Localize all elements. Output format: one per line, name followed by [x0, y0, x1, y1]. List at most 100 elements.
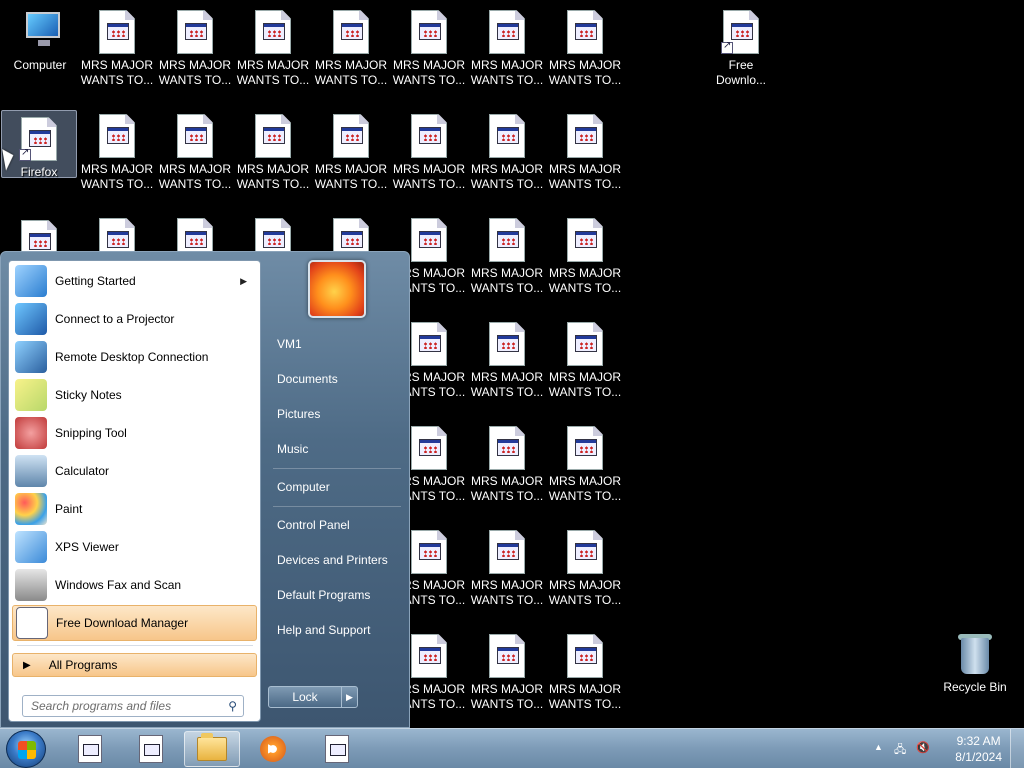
- menu-item-getting-started[interactable]: Getting Started ▶: [12, 263, 257, 299]
- taskbar-item-file[interactable]: [123, 731, 179, 767]
- user-picture[interactable]: [308, 260, 366, 318]
- taskbar-item-explorer[interactable]: [184, 731, 240, 767]
- file-desktop-icon[interactable]: MRS MAJOR WANTS TO...: [547, 4, 623, 104]
- file-desktop-icon[interactable]: MRS MAJOR WANTS TO...: [79, 108, 155, 208]
- file-desktop-icon[interactable]: MRS MAJOR WANTS TO...: [547, 316, 623, 416]
- taskbar-item-media-player[interactable]: [245, 731, 301, 767]
- file-desktop-icon[interactable]: MRS MAJOR WANTS TO...: [469, 316, 545, 416]
- icon-label: WANTS TO...: [392, 73, 466, 87]
- icon-label: Recycle Bin: [943, 680, 1007, 694]
- file-desktop-icon[interactable]: MRS MAJOR WANTS TO...: [157, 4, 233, 104]
- calculator-icon: [15, 455, 47, 487]
- menu-item-snipping-tool[interactable]: Snipping Tool: [12, 415, 257, 451]
- right-item-devices-printers[interactable]: Devices and Printers: [267, 545, 405, 575]
- document-icon: [489, 10, 525, 54]
- start-button[interactable]: [6, 730, 46, 768]
- icon-label: MRS MAJOR: [471, 370, 543, 384]
- menu-item-label: Free Download Manager: [56, 616, 189, 630]
- icon-label: WANTS TO...: [158, 177, 232, 191]
- file-desktop-icon[interactable]: MRS MAJOR WANTS TO...: [547, 628, 623, 728]
- taskbar-item-file[interactable]: [62, 731, 118, 767]
- menu-item-connect-projector[interactable]: Connect to a Projector: [12, 301, 257, 337]
- menu-item-label: Remote Desktop Connection: [55, 350, 209, 364]
- icon-label: WANTS TO...: [470, 385, 544, 399]
- file-desktop-icon[interactable]: MRS MAJOR WANTS TO...: [313, 108, 389, 208]
- file-desktop-icon[interactable]: MRS MAJOR WANTS TO...: [79, 4, 155, 104]
- right-item-computer[interactable]: Computer: [267, 472, 405, 502]
- menu-item-xps-viewer[interactable]: XPS Viewer: [12, 529, 257, 565]
- right-item-user[interactable]: VM1: [267, 329, 405, 359]
- document-icon: [139, 735, 163, 763]
- recycle-bin-icon: [958, 632, 992, 676]
- icon-label: MRS MAJOR: [549, 370, 621, 384]
- file-desktop-icon[interactable]: MRS MAJOR WANTS TO...: [157, 108, 233, 208]
- separator: [17, 645, 253, 646]
- icon-label: Free: [728, 58, 754, 72]
- document-icon: [489, 218, 525, 262]
- file-desktop-icon[interactable]: MRS MAJOR WANTS TO...: [469, 212, 545, 312]
- all-programs-button[interactable]: ▶ All Programs: [12, 653, 257, 677]
- right-item-label: Documents: [277, 372, 338, 386]
- menu-item-label: Getting Started: [55, 274, 136, 288]
- file-desktop-icon[interactable]: MRS MAJOR WANTS TO...: [469, 108, 545, 208]
- file-desktop-icon[interactable]: MRS MAJOR WANTS TO...: [469, 4, 545, 104]
- right-item-help-support[interactable]: Help and Support: [267, 615, 405, 645]
- menu-item-sticky-notes[interactable]: Sticky Notes: [12, 377, 257, 413]
- file-desktop-icon[interactable]: MRS MAJOR WANTS TO...: [391, 108, 467, 208]
- start-menu-programs-pane: Getting Started ▶ Connect to a Projector…: [8, 260, 261, 722]
- taskbar-item-file[interactable]: [309, 731, 365, 767]
- network-icon[interactable]: 🖧: [894, 741, 906, 760]
- shortcut-arrow-icon: [721, 40, 733, 54]
- free-download-desktop-icon[interactable]: Free Downlo...: [703, 4, 779, 104]
- search-input[interactable]: Search programs and files ⚲: [22, 695, 244, 717]
- right-item-pictures[interactable]: Pictures: [267, 399, 405, 429]
- computer-desktop-icon[interactable]: Computer: [2, 4, 78, 104]
- document-icon: [567, 114, 603, 158]
- right-item-label: VM1: [277, 337, 302, 351]
- right-item-label: Pictures: [277, 407, 321, 421]
- show-desktop-button[interactable]: [1010, 729, 1024, 768]
- remote-desktop-icon: [15, 341, 47, 373]
- file-desktop-icon[interactable]: MRS MAJOR WANTS TO...: [547, 108, 623, 208]
- file-desktop-icon[interactable]: MRS MAJOR WANTS TO...: [469, 628, 545, 728]
- right-item-default-programs[interactable]: Default Programs: [267, 580, 405, 610]
- file-desktop-icon[interactable]: MRS MAJOR WANTS TO...: [547, 524, 623, 624]
- document-icon: [16, 607, 48, 639]
- recycle-bin-desktop-icon[interactable]: Recycle Bin: [937, 626, 1013, 726]
- file-desktop-icon[interactable]: MRS MAJOR WANTS TO...: [469, 524, 545, 624]
- file-desktop-icon[interactable]: MRS MAJOR WANTS TO...: [469, 420, 545, 520]
- document-icon: [177, 10, 213, 54]
- volume-muted-icon[interactable]: 🔇: [916, 741, 930, 754]
- icon-label: MRS MAJOR: [237, 58, 309, 72]
- menu-item-remote-desktop[interactable]: Remote Desktop Connection: [12, 339, 257, 375]
- file-desktop-icon[interactable]: MRS MAJOR WANTS TO...: [391, 4, 467, 104]
- lock-button[interactable]: Lock: [268, 686, 342, 708]
- clock[interactable]: 9:32 AM 8/1/2024: [955, 733, 1002, 765]
- icon-label: WANTS TO...: [236, 177, 310, 191]
- right-item-music[interactable]: Music: [267, 434, 405, 464]
- menu-item-fax-scan[interactable]: Windows Fax and Scan: [12, 567, 257, 603]
- menu-item-paint[interactable]: Paint: [12, 491, 257, 527]
- document-icon: [567, 10, 603, 54]
- file-desktop-icon[interactable]: MRS MAJOR WANTS TO...: [313, 4, 389, 104]
- file-desktop-icon[interactable]: MRS MAJOR WANTS TO...: [547, 212, 623, 312]
- search-icon[interactable]: ⚲: [228, 699, 237, 713]
- paint-icon: [15, 493, 47, 525]
- system-tray: ▲ 🖧 🔇 9:32 AM 8/1/2024: [864, 729, 1024, 768]
- document-icon: [99, 114, 135, 158]
- right-item-documents[interactable]: Documents: [267, 364, 405, 394]
- menu-item-free-download-manager[interactable]: Free Download Manager: [12, 605, 257, 641]
- show-hidden-icons-icon[interactable]: ▲: [874, 742, 883, 752]
- shutdown-options-button[interactable]: ▶: [341, 686, 358, 708]
- menu-item-calculator[interactable]: Calculator: [12, 453, 257, 489]
- document-icon: [489, 530, 525, 574]
- menu-item-label: Sticky Notes: [55, 388, 122, 402]
- file-desktop-icon[interactable]: MRS MAJOR WANTS TO...: [547, 420, 623, 520]
- right-item-control-panel[interactable]: Control Panel: [267, 510, 405, 540]
- icon-label: WANTS TO...: [80, 177, 154, 191]
- file-desktop-icon[interactable]: MRS MAJOR WANTS TO...: [235, 4, 311, 104]
- computer-icon: [20, 10, 64, 50]
- icon-label: MRS MAJOR: [549, 578, 621, 592]
- menu-item-label: Calculator: [55, 464, 110, 478]
- file-desktop-icon[interactable]: MRS MAJOR WANTS TO...: [235, 108, 311, 208]
